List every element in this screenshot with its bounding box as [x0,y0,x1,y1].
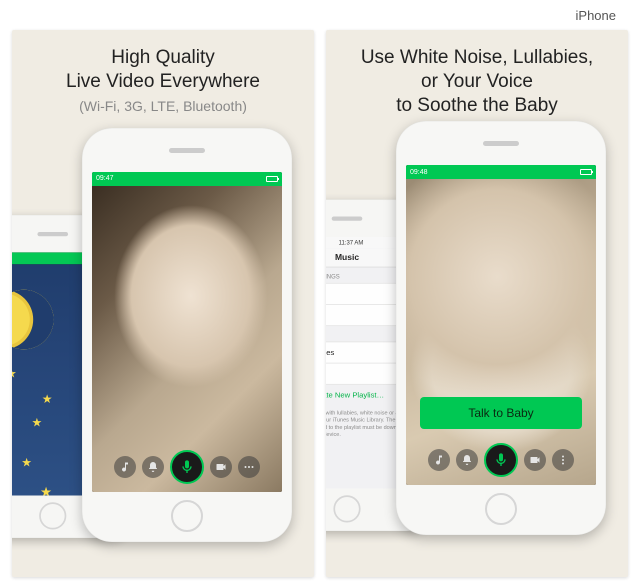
phone-speaker [37,232,68,236]
star-icon: ★ [42,391,53,405]
home-button[interactable] [333,496,360,523]
panel1-title: High Quality Live Video Everywhere [22,46,304,94]
more-icon [557,454,569,466]
panel1-subtitle: (Wi-Fi, 3G, LTE, Bluetooth) [22,98,304,114]
battery-icon [580,169,592,175]
mic-button[interactable] [484,443,518,477]
mic-icon [493,452,509,468]
moon-icon [12,289,54,349]
status-right [580,169,592,175]
live-video-feed[interactable] [406,179,596,485]
bell-button[interactable] [142,456,164,478]
status-right [266,176,278,182]
star-icon: ★ [21,455,32,469]
phone-speaker [483,141,519,146]
phone-screen: 09:48 Talk to Baby [406,165,596,485]
star-icon: ★ [40,483,52,495]
home-button[interactable] [485,493,517,525]
more-button[interactable] [552,449,574,471]
phone-device-front: 09:47 [82,128,292,542]
promo-panel-2: Use White Noise, Lullabies, or Your Voic… [326,30,628,577]
star-icon: ★ [12,425,13,443]
status-time: 11:37 AM [339,240,364,246]
camera-icon [215,461,227,473]
status-time: 09:47 [96,175,114,182]
title-line: Use White Noise, Lullabies, [336,46,618,70]
star-icon: ★ [32,415,43,429]
more-icon [243,461,255,473]
home-button[interactable] [39,502,66,529]
music-icon [119,461,131,473]
talk-to-baby-button[interactable]: Talk to Baby [420,397,582,429]
mic-button[interactable] [170,450,204,484]
star-icon: ★ [12,366,17,380]
bell-icon [147,461,159,473]
title-line: to Soothe the Baby [336,94,618,118]
status-bar: 09:47 [92,172,282,186]
control-bar [92,450,282,484]
camera-button[interactable] [524,449,546,471]
screenshot-panels: High Quality Live Video Everywhere (Wi-F… [12,30,628,577]
platform-label: iPhone [576,8,616,23]
status-bar: 09:48 [406,165,596,179]
control-bar [406,443,596,477]
music-button[interactable] [114,456,136,478]
panel1-stage: ★ ★ ★ ★ ★ ★ ★ 09:47 [22,128,304,538]
mic-icon [179,459,195,475]
camera-button[interactable] [210,456,232,478]
bell-button[interactable] [456,449,478,471]
status-time: 09:48 [410,169,428,176]
panel2-title: Use White Noise, Lullabies, or Your Voic… [336,46,618,117]
phone-speaker [332,217,363,221]
more-button[interactable] [238,456,260,478]
home-button[interactable] [171,500,203,532]
phone-screen: 09:47 [92,172,282,492]
bell-icon [461,454,473,466]
title-line: Live Video Everywhere [22,70,304,94]
title-line: or Your Voice [336,70,618,94]
promo-panel-1: High Quality Live Video Everywhere (Wi-F… [12,30,314,577]
battery-icon [266,176,278,182]
panel2-stage: Carrier 11:37 AM Music PLAYBACK SETTINGS… [336,121,618,531]
music-button[interactable] [428,449,450,471]
camera-icon [529,454,541,466]
music-icon [433,454,445,466]
phone-speaker [169,148,205,153]
live-video-feed[interactable] [92,186,282,492]
title-line: High Quality [22,46,304,70]
phone-device-front: 09:48 Talk to Baby [396,121,606,535]
